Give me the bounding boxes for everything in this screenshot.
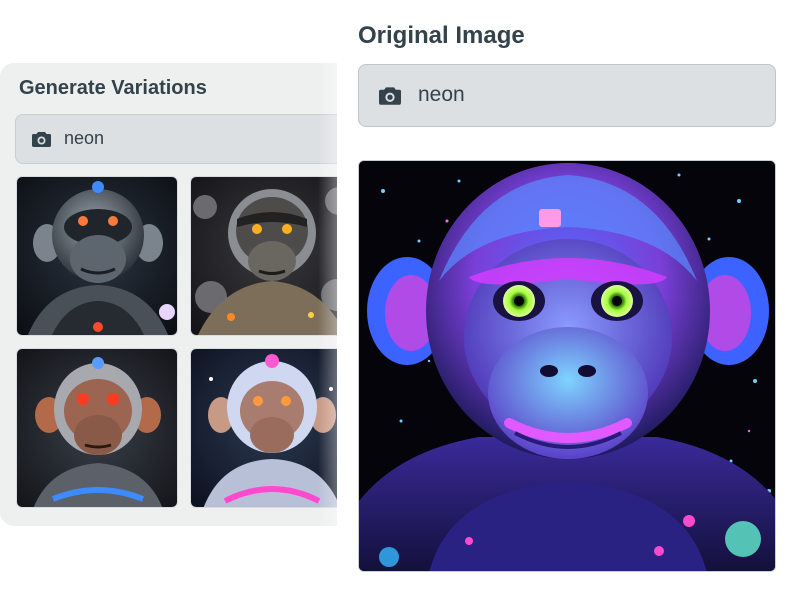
original-search-field[interactable]: neon: [358, 64, 776, 127]
robot-monkey-crystal-icon: [191, 349, 351, 507]
variation-thumbnail-2[interactable]: [190, 176, 352, 336]
original-image[interactable]: [358, 160, 776, 572]
variations-search-text: neon: [64, 128, 105, 148]
app-root: Generate Variations neon Original Image …: [0, 0, 795, 590]
camera-icon[interactable]: [379, 86, 401, 110]
variations-search-field[interactable]: neon: [15, 114, 375, 164]
robot-monkey-steampunk-icon: [191, 177, 351, 335]
original-section: Original Image neon: [337, 0, 795, 590]
variations-panel: Generate Variations neon: [0, 63, 392, 526]
variation-thumbnail-3[interactable]: [16, 348, 178, 508]
robot-monkey-chrome-icon: [17, 177, 177, 335]
robot-monkey-red-eyes-icon: [17, 349, 177, 507]
original-image-title: Original Image: [358, 22, 525, 49]
variation-thumbnail-4[interactable]: [190, 348, 352, 508]
variation-thumbnail-1[interactable]: [16, 176, 178, 336]
camera-icon[interactable]: [32, 131, 51, 152]
variations-title: Generate Variations: [19, 77, 207, 99]
original-search-text: neon: [418, 83, 465, 106]
neon-monkey-icon: [359, 161, 775, 571]
